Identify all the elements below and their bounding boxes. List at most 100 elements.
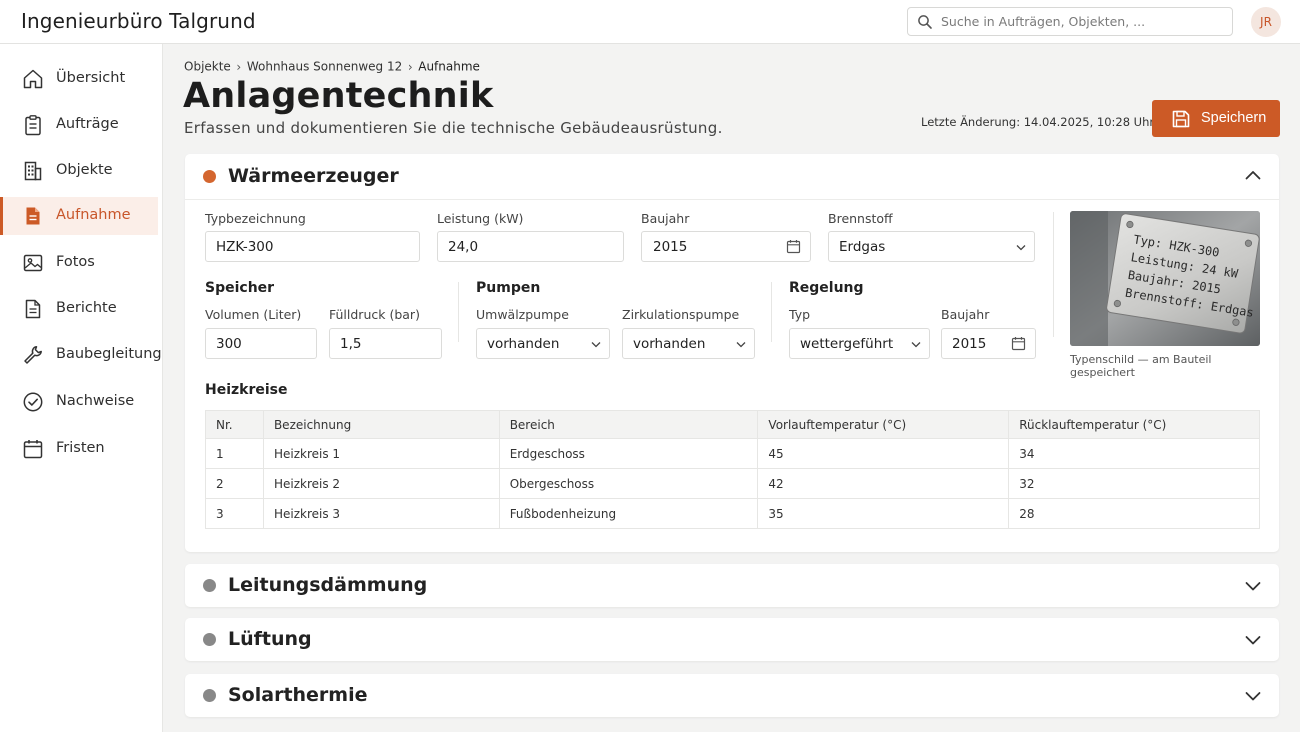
chevron-up-icon[interactable] <box>1244 168 1262 182</box>
table-cell[interactable]: 1 <box>205 438 264 469</box>
volumen-label: Volumen (Liter) <box>205 307 302 322</box>
calendar-icon[interactable] <box>1011 336 1026 351</box>
section-header-leitungsdaemmung[interactable]: Leitungsdämmung <box>185 564 1279 607</box>
save-icon <box>1172 110 1190 128</box>
chevron-down-icon[interactable] <box>1244 689 1262 703</box>
table-cell[interactable]: 45 <box>757 438 1010 469</box>
breadcrumb-objekt[interactable]: Wohnhaus Sonnenweg 12 <box>247 60 402 74</box>
typ-input[interactable]: HZK-300 <box>205 231 420 262</box>
sidebar-item-label: Berichte <box>56 300 117 316</box>
table-cell[interactable]: Heizkreis 3 <box>262 498 500 529</box>
brennstoff-select[interactable]: Erdgas <box>828 231 1035 262</box>
search-input[interactable]: Suche in Aufträgen, Objekten, ... <box>907 7 1233 36</box>
regelung-baujahr-input[interactable]: 2015 <box>941 328 1036 359</box>
section-solarthermie[interactable]: Solarthermie <box>185 674 1279 717</box>
table-cell[interactable]: Fußbodenheizung <box>498 498 759 529</box>
table-row[interactable]: 3 Heizkreis 3 Fußbodenheizung 35 28 <box>205 498 1260 529</box>
fuelldruck-input[interactable]: 1,5 <box>329 328 442 359</box>
table-cell[interactable]: 2 <box>205 468 264 499</box>
umwaelzpumpe-select[interactable]: vorhanden <box>476 328 610 359</box>
chevron-right-icon: › <box>407 59 413 74</box>
search-placeholder: Suche in Aufträgen, Objekten, ... <box>941 14 1146 29</box>
check-circle-icon <box>23 392 43 412</box>
status-dot <box>203 633 216 646</box>
save-button[interactable]: Speichern <box>1152 100 1280 137</box>
table-header-row: Nr. Bezeichnung Bereich Vorlauftemperatu… <box>205 410 1260 439</box>
section-header-solarthermie[interactable]: Solarthermie <box>185 674 1279 717</box>
page-subtitle: Erfassen und dokumentieren Sie die techn… <box>184 119 723 137</box>
zirkulationspumpe-label: Zirkulationspumpe <box>622 307 740 322</box>
regelung-typ-select[interactable]: wettergeführt <box>789 328 930 359</box>
leistung-input[interactable]: 24,0 <box>437 231 624 262</box>
wrench-icon <box>24 346 42 364</box>
table-cell[interactable]: 42 <box>757 468 1010 499</box>
table-cell[interactable]: Heizkreis 1 <box>262 438 500 469</box>
volumen-input[interactable]: 300 <box>205 328 317 359</box>
regelung-typ-label: Typ <box>789 307 811 322</box>
typ-label: Typbezeichnung <box>205 211 306 226</box>
table-cell[interactable]: Obergeschoss <box>498 468 759 499</box>
table-cell[interactable]: 35 <box>757 498 1010 529</box>
section-lueftung[interactable]: Lüftung <box>185 618 1279 661</box>
volumen-value: 300 <box>216 336 242 352</box>
sidebar-item-label: Aufnahme <box>56 207 131 223</box>
sidebar-item-baubegleitung[interactable]: Baubegleitung <box>0 336 162 374</box>
regelung-baujahr-value: 2015 <box>952 336 987 352</box>
sidebar-item-label: Aufträge <box>56 116 119 132</box>
divider <box>458 282 459 342</box>
zirkulationspumpe-value: vorhanden <box>633 336 706 352</box>
status-dot <box>203 689 216 702</box>
brennstoff-label: Brennstoff <box>828 211 893 226</box>
avatar[interactable]: JR <box>1251 7 1281 37</box>
chevron-down-icon[interactable] <box>1244 633 1262 647</box>
typenschild-photo[interactable]: Typ: HZK-300 Leistung: 24 kW Baujahr: 20… <box>1070 211 1260 346</box>
sidebar-item-objekte[interactable]: Objekte <box>0 152 158 190</box>
table-cell[interactable]: Heizkreis 2 <box>262 468 500 499</box>
breadcrumb: Objekte › Wohnhaus Sonnenweg 12 › Aufnahme <box>184 59 480 74</box>
baujahr-value: 2015 <box>653 239 688 255</box>
section-waermeerzeuger: Wärmeerzeuger Typbezeichnung HZK-300 Lei… <box>185 154 1279 552</box>
chevron-down-icon[interactable] <box>1244 579 1262 593</box>
search-icon <box>918 15 932 29</box>
sidebar-item-label: Objekte <box>56 162 113 178</box>
baujahr-input[interactable]: 2015 <box>641 231 811 262</box>
table-cell[interactable]: Erdgeschoss <box>498 438 759 469</box>
sidebar-item-label: Nachweise <box>56 393 135 409</box>
building-icon <box>24 161 42 181</box>
table-row[interactable]: 1 Heizkreis 1 Erdgeschoss 45 34 <box>205 438 1260 469</box>
regelung-typ-value: wettergeführt <box>800 336 894 352</box>
column-header: Vorlauftemperatur (°C) <box>757 410 1010 439</box>
last-change-info: Letzte Änderung: 14.04.2025, 10:28 Uhr <box>921 115 1155 129</box>
table-row[interactable]: 2 Heizkreis 2 Obergeschoss 42 32 <box>205 468 1260 499</box>
table-cell[interactable]: 28 <box>1008 498 1260 529</box>
chevron-down-icon <box>911 342 921 348</box>
sidebar-item-berichte[interactable]: Berichte <box>0 290 158 328</box>
leistung-value: 24,0 <box>448 239 479 255</box>
baujahr-label: Baujahr <box>641 211 690 226</box>
sidebar-item-nachweise[interactable]: Nachweise <box>0 383 158 421</box>
sidebar-item-fristen[interactable]: Fristen <box>0 430 158 468</box>
sidebar-item-uebersicht[interactable]: Übersicht <box>0 60 158 98</box>
section-header-waermeerzeuger[interactable]: Wärmeerzeuger <box>185 154 1279 198</box>
table-cell[interactable]: 32 <box>1008 468 1260 499</box>
breadcrumb-objekte[interactable]: Objekte <box>184 60 231 74</box>
document-icon <box>26 207 40 225</box>
calendar-icon[interactable] <box>786 239 801 254</box>
sidebar-item-aufnahme[interactable]: Aufnahme <box>0 197 158 235</box>
column-header: Bereich <box>498 410 759 439</box>
section-leitungsdaemmung[interactable]: Leitungsdämmung <box>185 564 1279 607</box>
table-cell[interactable]: 3 <box>205 498 264 529</box>
fuelldruck-label: Fülldruck (bar) <box>329 307 420 322</box>
sidebar-item-label: Baubegleitung <box>56 346 162 362</box>
table-cell[interactable]: 34 <box>1008 438 1260 469</box>
sidebar-item-label: Fristen <box>56 440 105 456</box>
typenschild-image: Typ: HZK-300 Leistung: 24 kW Baujahr: 20… <box>1070 211 1260 346</box>
section-header-lueftung[interactable]: Lüftung <box>185 618 1279 661</box>
sidebar-item-fotos[interactable]: Fotos <box>0 244 158 282</box>
column-header: Nr. <box>205 410 264 439</box>
pumpen-title: Pumpen <box>476 280 541 296</box>
save-button-label: Speichern <box>1201 110 1267 126</box>
section-title: Solarthermie <box>228 684 368 706</box>
zirkulationspumpe-select[interactable]: vorhanden <box>622 328 755 359</box>
sidebar-item-auftraege[interactable]: Aufträge <box>0 106 158 144</box>
